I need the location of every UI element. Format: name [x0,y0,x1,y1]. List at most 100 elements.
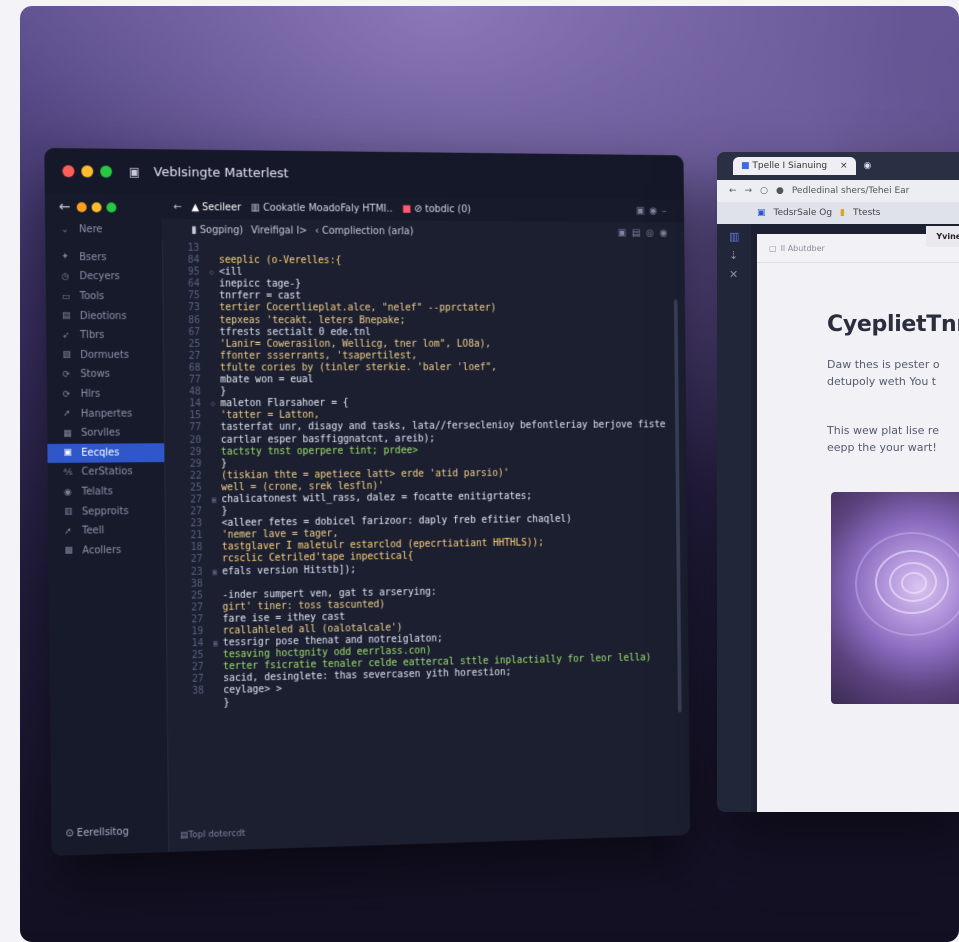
reload-icon[interactable]: ○ [760,186,768,196]
bookmark-item[interactable]: TedsrSale Og [774,208,833,218]
rail-icon[interactable]: ✕ [717,262,751,281]
sidebar-item-4[interactable]: ➶ Tlbrs [46,326,163,346]
close-window-button[interactable] [62,165,75,178]
sidebar-item-home[interactable]: ⌄ Nere [45,220,162,240]
url-field[interactable]: Pedledinal shers/Tehei Ear [792,186,910,196]
fold-marker-icon[interactable] [213,626,223,638]
sidebar-item-icon: ▤ [61,311,71,322]
sidebar-item-15[interactable]: ▩ Acollers [48,540,165,561]
code-text: tnrferr = cast [219,290,302,302]
fold-marker-icon[interactable] [211,482,221,494]
forward-icon[interactable]: → [745,186,753,196]
fold-marker-icon[interactable] [210,291,220,303]
fold-marker-icon[interactable] [211,470,221,482]
fold-marker-icon[interactable] [211,410,221,422]
fold-marker-icon[interactable] [210,375,220,387]
sidebar-item-8[interactable]: ➚ Hanpertes [47,404,164,424]
fold-marker-icon[interactable]: ▣ [212,494,222,506]
sidebar-footer[interactable]: ⊙ Eerellsitog [65,827,128,840]
rail-icon[interactable]: ▥ [717,224,751,243]
fold-marker-icon[interactable] [213,614,223,626]
fold-marker-icon[interactable] [210,351,220,363]
sidebar-item-label: Acollers [82,544,122,557]
sidebar-item-3[interactable]: ▤ Dieotions [46,306,163,326]
fold-marker-icon[interactable] [211,434,221,446]
fold-marker-icon[interactable] [213,674,223,686]
sidebar-item-5[interactable]: ▧ Dormuets [46,345,163,365]
bookmark-item[interactable]: Ttests [853,208,880,218]
fold-marker-icon[interactable]: ▣ [213,638,223,650]
document-icon: ▣ [128,164,141,179]
fold-marker-icon[interactable] [210,363,220,375]
browser-tab[interactable]: ■ Tpelle I Sianuing × [733,157,856,175]
fold-marker-icon[interactable] [210,387,220,399]
sidebar-item-13[interactable]: ▥ Sepproits [48,501,165,522]
bookmark-icon: ▣ [757,208,766,218]
fold-marker-icon[interactable] [211,422,221,434]
page-chip-button[interactable]: Yvine I [926,226,959,247]
tab-close-icon[interactable]: × [840,161,848,171]
fold-marker-icon[interactable] [209,279,219,291]
minimize-window-button[interactable] [81,165,94,178]
sidebar-item-12[interactable]: ◉ Telalts [48,482,165,503]
code-text: } [220,386,227,398]
sidebar-item-icon: ▭ [61,291,71,302]
tab-cookatle[interactable]: ▥ Cookatle MoadoFaly HTMI.. [251,202,393,214]
back-icon[interactable]: ← [173,202,181,213]
fold-marker-icon[interactable] [211,446,221,458]
line-number [167,698,214,711]
fold-marker-icon[interactable] [212,506,222,518]
line-number: 27 [191,674,204,686]
fold-marker-icon[interactable] [212,542,222,554]
fold-marker-icon[interactable]: ◇ [209,267,219,279]
fold-marker-icon[interactable]: ▣ [212,566,222,578]
code-area[interactable]: 13 84 seeplic (o-Verelles:{95 ◇ <ill 64 ine… [162,243,683,819]
tab-tobdic[interactable]: ■ ⊘ tobdic (0) [402,203,471,214]
fold-marker-icon[interactable] [210,327,220,339]
fold-marker-icon[interactable] [210,303,220,315]
sidebar-item-1[interactable]: ◷ Decyers [46,267,163,287]
fold-marker-icon[interactable] [209,243,219,255]
tab-secileer[interactable]: ▲ Secileer [191,202,241,213]
fold-marker-icon[interactable] [210,315,220,327]
fold-marker-icon[interactable] [213,590,223,602]
sidebar-item-2[interactable]: ▭ Tools [46,287,163,307]
window-controls-icon[interactable]: ▣◉– [636,205,671,216]
fold-marker-icon[interactable] [212,530,222,542]
sidebar-item-icon: ▣ [63,448,72,459]
fold-marker-icon[interactable] [213,662,223,674]
sidebar-item-6[interactable]: ⟳ Stows [47,365,164,385]
sidebar-item-icon: ◉ [63,487,72,498]
fold-marker-icon[interactable] [212,554,222,566]
sidebar-item-9[interactable]: ▦ Sorvlles [47,423,164,443]
editor-toolbar-icons[interactable]: ▣▤◎◉ [617,227,673,238]
sidebar-item-0[interactable]: ✦ Bsers [45,248,162,268]
sidebar-item-icon: ▦ [63,428,72,439]
new-tab-icon[interactable]: ◉ [864,161,872,171]
back-icon[interactable]: ← [729,186,737,196]
line-number: 77 [188,374,201,386]
sidebar-item-10[interactable]: ▣ Eecqles [47,442,165,464]
breadcrumb-item[interactable]: ‹ Compliection (arla) [315,225,414,236]
fold-marker-icon[interactable] [211,458,221,470]
sidebar-item-11[interactable]: ⅍ CerStatios [48,462,165,483]
fold-marker-icon[interactable] [214,686,224,698]
sidebar-item-7[interactable]: ⟳ Hlrs [47,384,164,404]
rail-icon[interactable]: ⇣ [717,243,751,262]
red-dot-icon [76,202,87,213]
line-number: 27 [190,506,203,518]
fold-marker-icon[interactable] [214,698,224,710]
browser-tab-label: Tpelle I Sianuing [752,161,828,171]
fold-marker-icon[interactable] [213,602,223,614]
maximize-window-button[interactable] [100,165,113,178]
fold-marker-icon[interactable] [213,650,223,662]
fold-marker-icon[interactable] [212,518,222,530]
fold-marker-icon[interactable] [209,255,219,267]
sidebar-item-14[interactable]: ➚ Teell [48,521,165,542]
fold-marker-icon[interactable]: ◇ [211,399,221,411]
breadcrumb-item[interactable]: ▮ Sogping) [191,224,243,235]
breadcrumb-item[interactable]: Vireifigal I> [251,225,308,236]
fold-marker-icon[interactable] [212,578,222,590]
back-arrow-icon[interactable]: ← [59,199,71,215]
fold-marker-icon[interactable] [210,339,220,351]
